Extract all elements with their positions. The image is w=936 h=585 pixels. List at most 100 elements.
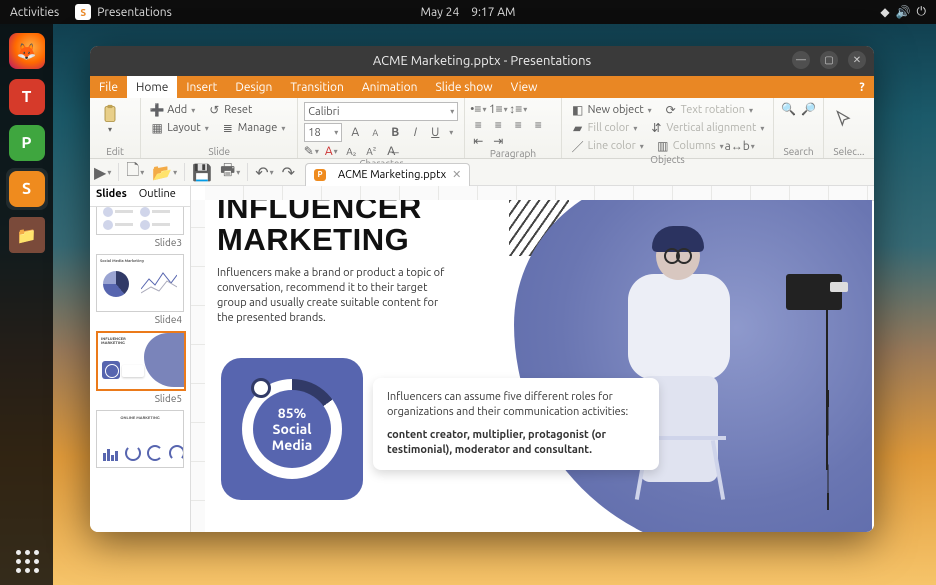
tripod-icon (826, 310, 828, 470)
slide-thumb-3[interactable]: Social Media Marketing (96, 254, 184, 312)
dock-planmaker[interactable]: P (6, 122, 48, 164)
font-color-icon[interactable]: A▾ (324, 144, 338, 158)
slide-thumb-5[interactable]: ONLINE MARKETING (96, 410, 184, 468)
align-justify-icon[interactable]: ≡ (531, 118, 545, 132)
new-file-button[interactable]: 🗋▾ (122, 159, 148, 185)
callout-card[interactable]: Influencers can assume five different ro… (373, 378, 659, 470)
slide-body-text[interactable]: Influencers make a brand or product a to… (217, 266, 457, 326)
undo-button[interactable]: ↶▾ (251, 159, 277, 185)
window-maximize[interactable]: ▢ (820, 51, 838, 69)
font-family-select[interactable]: Calibri▾ (304, 102, 458, 121)
dock-firefox[interactable]: 🦊 (6, 30, 48, 72)
tab-slides[interactable]: Slides (90, 186, 133, 206)
find-icon[interactable]: 🔍 (782, 102, 796, 116)
new-object-button[interactable]: ◧New object▾ (568, 102, 655, 118)
menu-insert[interactable]: Insert (177, 76, 226, 98)
save-button[interactable]: 💾 (188, 159, 216, 185)
grow-font-icon[interactable]: A (348, 126, 362, 140)
highlight-color-icon[interactable]: ✎▾ (304, 144, 318, 158)
subscript-icon[interactable]: A₂ (344, 144, 358, 158)
clock-date[interactable]: May 24 (421, 6, 460, 19)
power-icon[interactable]: ⏻ (917, 5, 927, 19)
outdent-icon[interactable]: ⇤ (471, 134, 485, 148)
shrink-font-icon[interactable]: A (368, 126, 382, 140)
group-select-label: Selec... (830, 146, 868, 158)
close-tab-icon[interactable]: ✕ (452, 168, 461, 181)
ring-line2: Media (272, 437, 312, 453)
app-indicator-label[interactable]: Presentations (97, 6, 172, 19)
tab-outline[interactable]: Outline (133, 186, 182, 206)
manage-button[interactable]: ≣Manage▾ (218, 120, 289, 136)
align-right-icon[interactable]: ≡ (511, 118, 525, 132)
fill-color-button[interactable]: ▰Fill color▾ (568, 120, 641, 136)
slide-content[interactable]: INFLUENCERMARKETING Influencers make a b… (205, 200, 872, 532)
window-close[interactable]: ✕ (848, 51, 866, 69)
slide-thumb-4[interactable]: INFLUENCERMARKETING (96, 331, 186, 391)
activities-button[interactable]: Activities (10, 6, 59, 19)
numbering-icon[interactable]: 1≡▾ (491, 102, 505, 116)
italic-icon[interactable]: I (408, 126, 422, 140)
menu-view[interactable]: View (502, 76, 547, 98)
paste-button[interactable]: ▾ (96, 102, 124, 136)
vertical-align-button[interactable]: ⇵Vertical alignment▾ (646, 120, 767, 136)
app-indicator-icon: S (75, 4, 91, 20)
slide-thumb-2[interactable]: OUR OUR TEAM (96, 207, 184, 235)
group-objects-label: Objects (568, 154, 768, 166)
redo-button[interactable]: ↷ (278, 159, 299, 185)
stat-card[interactable]: 85% Social Media (221, 358, 363, 500)
menu-home[interactable]: Home (127, 76, 177, 98)
slide-title[interactable]: INFLUENCERMARKETING (217, 200, 422, 256)
columns-icon: ▥ (656, 139, 670, 153)
group-slide-label: Slide (147, 146, 291, 158)
find-next-icon[interactable]: 🔎 (802, 102, 816, 116)
rotate-icon: ⟳ (664, 103, 678, 117)
fill-icon: ▰ (571, 121, 585, 135)
align-left-icon[interactable]: ≡ (471, 118, 485, 132)
clock-time[interactable]: 9:17 AM (471, 6, 515, 19)
network-icon[interactable]: ◆ (880, 5, 889, 19)
columns-button[interactable]: ▥Columns▾ (653, 138, 727, 154)
print-button[interactable]: 🖶▾ (216, 159, 244, 185)
menu-file[interactable]: File (90, 76, 127, 98)
underline-icon[interactable]: U (428, 126, 442, 140)
dock-textmaker[interactable]: T (6, 76, 48, 118)
window-title: ACME Marketing.pptx - Presentations (373, 54, 591, 68)
slide-canvas[interactable]: INFLUENCERMARKETING Influencers make a b… (191, 186, 874, 532)
document-tab[interactable]: P ACME Marketing.pptx ✕ (305, 163, 470, 186)
bullets-icon[interactable]: •≡▾ (471, 102, 485, 116)
select-tool[interactable] (830, 102, 858, 136)
ribbon: ▾ Edit ➕Add▾ ↺Reset ▦Layout▾ ≣Manage▾ Sl… (90, 98, 874, 159)
dock-files[interactable]: 📁 (6, 214, 48, 256)
menu-design[interactable]: Design (226, 76, 281, 98)
open-file-button[interactable]: 📂▾ (148, 159, 181, 185)
dock-presentations[interactable]: S (6, 168, 48, 210)
group-edit-label: Edit (96, 146, 134, 158)
window-minimize[interactable]: — (792, 51, 810, 69)
font-size-select[interactable]: 18▾ (304, 123, 342, 142)
reset-slide-button[interactable]: ↺Reset (204, 102, 255, 118)
add-slide-button[interactable]: ➕Add▾ (147, 102, 198, 118)
menu-slideshow[interactable]: Slide show (426, 76, 501, 98)
desktop-topbar: Activities S Presentations May 24 9:17 A… (0, 0, 936, 24)
titlebar: ACME Marketing.pptx - Presentations — ▢ … (90, 46, 874, 76)
bold-icon[interactable]: B (388, 126, 402, 140)
app-grid-button[interactable] (16, 550, 39, 573)
align-center-icon[interactable]: ≡ (491, 118, 505, 132)
indent-icon[interactable]: ⇥ (491, 134, 505, 148)
linespacing-icon[interactable]: ↕≡▾ (511, 102, 525, 116)
start-slideshow-button[interactable]: ▶▾ (90, 159, 115, 185)
line-color-button[interactable]: ／Line color▾ (568, 138, 647, 154)
menubar: File Home Insert Design Transition Anima… (90, 76, 874, 98)
work-area: Slides Outline OUR OUR TEAM Slide3 Soci (90, 186, 874, 532)
clear-format-icon[interactable]: A̶ (384, 144, 398, 158)
menu-transition[interactable]: Transition (281, 76, 352, 98)
slide-photo (514, 200, 872, 532)
volume-icon[interactable]: 🔊 (896, 5, 911, 19)
menu-animation[interactable]: Animation (353, 76, 427, 98)
menu-help[interactable]: ? (850, 76, 874, 98)
ring-percent: 85% (278, 405, 306, 421)
text-rotation-button[interactable]: ⟳Text rotation▾ (661, 102, 756, 118)
layout-button[interactable]: ▦Layout▾ (147, 120, 212, 136)
superscript-icon[interactable]: A² (364, 144, 378, 158)
spacing-icon[interactable]: a↔b▾ (733, 139, 747, 153)
